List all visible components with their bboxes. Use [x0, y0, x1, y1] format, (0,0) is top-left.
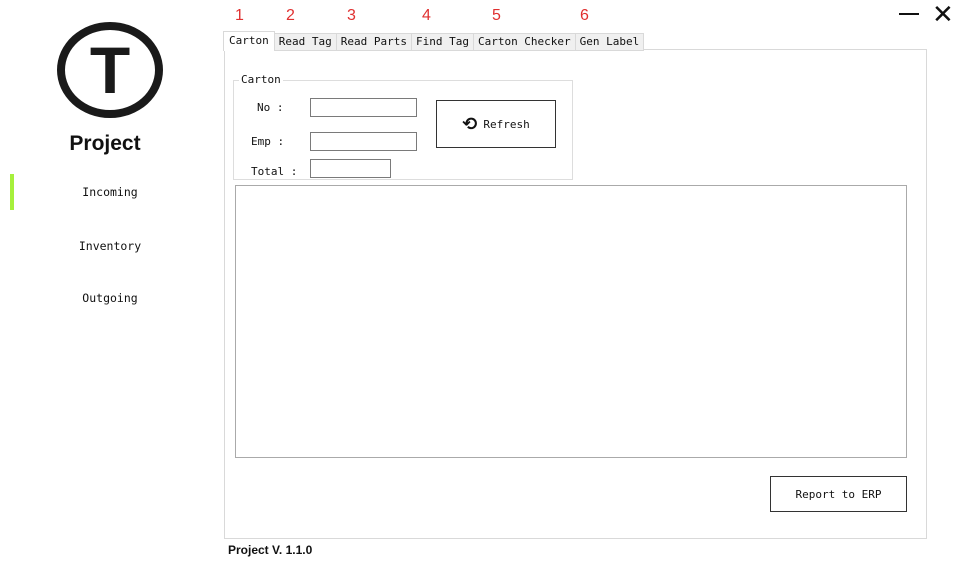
- emp-input[interactable]: [310, 132, 417, 151]
- total-input[interactable]: [310, 159, 391, 178]
- tab-carton[interactable]: Carton: [223, 31, 275, 51]
- carton-list[interactable]: [235, 185, 907, 458]
- emp-label: Emp :: [251, 135, 285, 148]
- total-label: Total :: [251, 165, 298, 178]
- logo-letter: T: [89, 33, 131, 107]
- tab-gen-label[interactable]: Gen Label: [574, 33, 645, 51]
- refresh-button[interactable]: ⟲ Refresh: [436, 100, 556, 148]
- close-button[interactable]: ✕: [932, 2, 954, 28]
- carton-group-label: Carton: [239, 73, 283, 86]
- annotation-4: 4: [422, 7, 431, 24]
- annotation-1: 1: [235, 7, 244, 24]
- minimize-button[interactable]: [899, 13, 919, 15]
- sidebar-item-inventory[interactable]: Inventory: [0, 239, 220, 253]
- annotation-6: 6: [580, 7, 589, 24]
- refresh-icon: ⟲: [462, 113, 478, 135]
- brand-title: Project: [69, 132, 141, 155]
- tab-carton-checker[interactable]: Carton Checker: [472, 33, 576, 51]
- sidebar-item-incoming[interactable]: Incoming: [0, 185, 220, 199]
- tab-read-parts[interactable]: Read Parts: [335, 33, 412, 51]
- tab-find-tag[interactable]: Find Tag: [410, 33, 474, 51]
- no-label: No :: [257, 101, 284, 114]
- tab-read-tag[interactable]: Read Tag: [273, 33, 337, 51]
- version-label: Project V. 1.1.0: [228, 543, 313, 557]
- annotation-3: 3: [347, 7, 356, 24]
- tab-bar: Carton Read Tag Read Parts Find Tag Cart…: [223, 31, 645, 51]
- logo-icon: T: [57, 22, 163, 118]
- annotation-2: 2: [286, 7, 295, 24]
- sidebar-item-outgoing[interactable]: Outgoing: [0, 291, 220, 305]
- report-to-erp-button[interactable]: Report to ERP: [770, 476, 907, 512]
- refresh-label: Refresh: [483, 117, 530, 131]
- annotation-5: 5: [492, 7, 501, 24]
- no-input[interactable]: [310, 98, 417, 117]
